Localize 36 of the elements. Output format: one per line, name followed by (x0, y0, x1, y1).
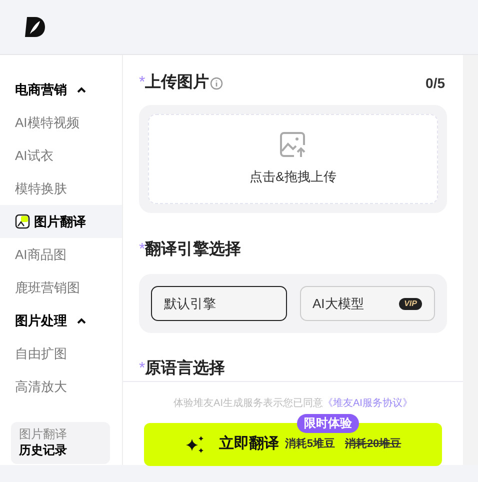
upload-count: 0/5 (426, 74, 446, 92)
chevron-up-icon[interactable] (77, 318, 86, 324)
history-title: 历史记录 (19, 442, 68, 458)
info-icon[interactable] (210, 76, 224, 90)
promo-badge: 限时体验 (297, 414, 359, 433)
sidebar-item[interactable]: 模特换肤 (0, 172, 122, 205)
section-title: 翻译引擎选择 (145, 240, 242, 260)
sidebar-item[interactable]: 图片翻译 (0, 205, 122, 238)
sidebar-item[interactable]: 鹿班营销图 (0, 271, 122, 304)
required-mark: * (139, 241, 146, 260)
sidebar-item[interactable]: AI试衣 (0, 139, 122, 172)
engine-option[interactable]: 默认引擎 (151, 286, 286, 321)
original-cost-text: 消耗20堆豆 (344, 436, 402, 452)
sparkle-icon (184, 434, 205, 454)
sidebar-item[interactable]: 高清放大 (0, 370, 122, 403)
logo-icon (23, 17, 45, 37)
vip-badge: VIP (399, 298, 422, 310)
cost-text: 消耗5堆豆 (284, 436, 335, 452)
required-mark: * (139, 74, 146, 93)
section-title: 原语言选择 (145, 358, 226, 379)
required-mark: * (139, 359, 146, 379)
chevron-up-icon[interactable] (77, 86, 86, 92)
image-upload-icon (279, 131, 307, 160)
section-title: 上传图片 (145, 72, 210, 93)
upload-hint: 点击&拖拽上传 (250, 168, 336, 186)
translate-image-icon (15, 214, 30, 229)
sidebar-item[interactable]: 自由扩图 (0, 337, 122, 370)
agreement-text: 体验堆友AI生成服务表示您已同意《堆友AI服务协议》 (174, 396, 412, 411)
history-subtitle: 图片翻译 (19, 426, 68, 442)
sidebar-item[interactable]: AI商品图 (0, 238, 122, 271)
upload-dropzone[interactable]: 点击&拖拽上传 (148, 114, 438, 204)
group-title[interactable]: 电商营销 (15, 80, 67, 100)
group-title[interactable]: 图片处理 (15, 310, 67, 330)
sidebar-item[interactable]: AI模特视频 (0, 106, 122, 139)
history-card[interactable]: 图片翻译 历史记录 (11, 422, 110, 464)
engine-option[interactable]: AI大模型 VIP (300, 286, 435, 321)
